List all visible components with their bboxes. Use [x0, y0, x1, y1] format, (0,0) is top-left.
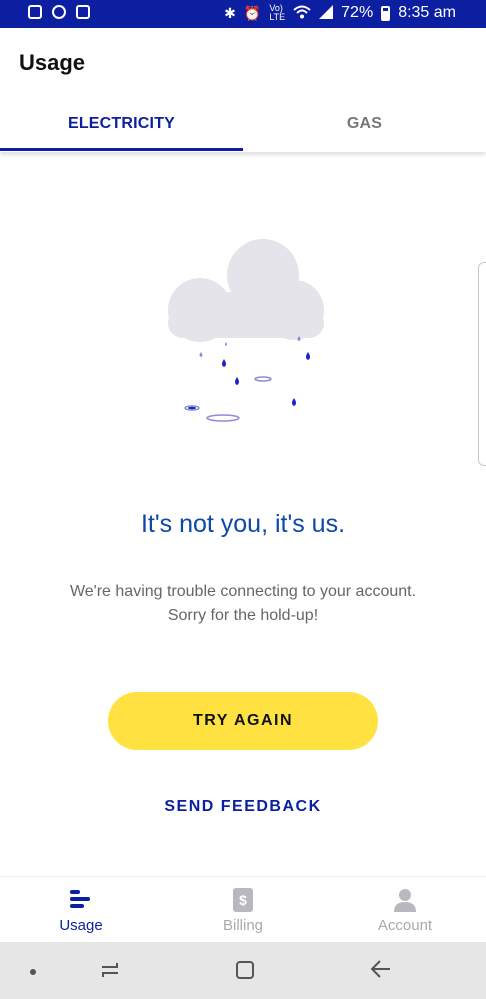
tab-bar: ELECTRICITY GAS	[0, 98, 486, 152]
recent-apps-icon[interactable]	[100, 960, 120, 985]
try-again-button[interactable]: TRY AGAIN	[108, 692, 378, 750]
tab-electricity[interactable]: ELECTRICITY	[0, 98, 243, 152]
error-message-line1: We're having trouble connecting to your …	[69, 583, 417, 600]
nav-usage-label: Usage	[59, 917, 103, 934]
system-nav-bar	[0, 942, 486, 999]
nav-account[interactable]: Account	[324, 877, 486, 943]
volte-icon: Vo) LTE	[269, 3, 286, 22]
tab-indicator	[0, 148, 243, 151]
page-title: Usage	[19, 50, 86, 75]
home-icon[interactable]	[236, 961, 254, 979]
alarm-icon: ⏰	[243, 4, 262, 21]
wifi-icon	[293, 5, 311, 22]
svg-text:$: $	[239, 892, 247, 908]
error-message-line2: Sorry for the hold-up!	[167, 607, 319, 624]
battery-icon	[381, 5, 391, 21]
back-icon[interactable]	[370, 958, 392, 985]
usage-bars-icon	[69, 887, 93, 916]
speaker-icon	[28, 5, 42, 19]
error-headline: It's not you, it's us.	[140, 510, 346, 538]
nav-usage[interactable]: Usage	[0, 877, 162, 943]
send-feedback-button[interactable]: SEND FEEDBACK	[0, 798, 486, 816]
bottom-nav: Usage $ Billing Account	[0, 876, 486, 943]
battery-percent: 72%	[341, 4, 374, 21]
nav-dot-icon[interactable]	[30, 969, 36, 975]
app-bar: Usage	[0, 28, 486, 98]
bluetooth-icon: ✱	[224, 4, 236, 21]
nav-account-label: Account	[377, 917, 433, 934]
tab-gas[interactable]: GAS	[243, 98, 486, 152]
rain-cloud-icon	[160, 232, 332, 432]
person-icon	[392, 887, 418, 918]
nav-billing[interactable]: $ Billing	[162, 877, 324, 943]
signal-icon	[319, 4, 334, 22]
nav-billing-label: Billing	[222, 917, 264, 934]
dollar-icon: $	[232, 887, 254, 918]
checkbox-icon	[76, 5, 90, 19]
iheart-icon	[52, 5, 66, 19]
status-bar: ✱ ⏰ Vo) LTE 72% 8:35 am	[0, 0, 486, 28]
status-time: 8:35 am	[398, 4, 456, 21]
edge-panel-handle[interactable]	[478, 262, 486, 466]
error-message: We're having trouble connecting to your …	[0, 580, 486, 628]
